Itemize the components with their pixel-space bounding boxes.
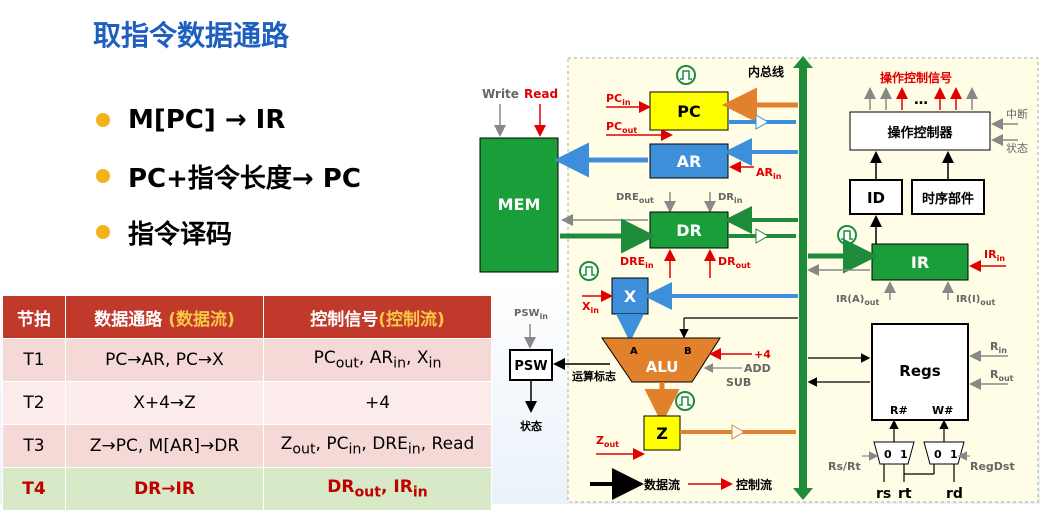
table-row: T3 Z→PC, M[AR]→DR Zout, PCin, DREin, Rea… — [2, 424, 492, 468]
cell-datapath: PC→AR, PC→X — [65, 338, 264, 382]
flags-label: 运算标志 — [572, 369, 616, 383]
z-label: Z — [656, 424, 668, 443]
alu-b-label: B — [684, 346, 692, 357]
bullet-dot-icon — [96, 169, 110, 183]
header-signals: 控制信号(控制流) — [263, 295, 492, 339]
bullet-item: 指令译码 — [96, 204, 361, 260]
rt-label: rt — [898, 486, 912, 502]
alu-a-label: A — [630, 346, 638, 357]
read-label: Read — [524, 87, 558, 101]
status-in-label: 状态 — [1006, 141, 1028, 155]
ar-label: AR — [677, 152, 702, 171]
clock-icon — [676, 65, 696, 85]
timing-label: 时序部件 — [922, 191, 974, 207]
ctrl-signals-label: 操作控制信号 — [880, 70, 952, 85]
ir-label: IR — [911, 253, 929, 272]
header-signals-hl: (控制流) — [378, 309, 445, 330]
bullet-text: M[PC] → IR — [128, 105, 286, 135]
bullet-text: 指令译码 — [128, 219, 233, 250]
plus4-label: +4 — [754, 348, 771, 361]
datapath-diagram: 内总线 MEM Write Read PC PCin PCout AR ARin… — [479, 56, 1039, 503]
header-datapath: 数据通路 (数据流) — [65, 295, 264, 339]
clock-icon — [675, 391, 695, 411]
cell-datapath: Z→PC, M[AR]→DR — [65, 424, 264, 468]
bullet-dot-icon — [96, 113, 110, 127]
cell-datapath: DR→IR — [65, 467, 264, 511]
psw-label: PSW — [514, 359, 547, 374]
rs-label: rs — [876, 486, 891, 502]
header-datapath-hl: (数据流) — [168, 309, 235, 330]
header-signals-main: 控制信号 — [310, 309, 379, 330]
legend-ctrl-label: 控制流 — [736, 477, 772, 492]
table-row: T1 PC→AR, PC→X PCout, ARin, Xin — [2, 338, 492, 382]
mux-right-0: 0 — [934, 448, 942, 461]
header-datapath-main: 数据通路 — [94, 309, 163, 330]
ctrl-ellipsis: … — [914, 92, 928, 108]
bus-label: 内总线 — [748, 64, 784, 79]
r-hash-label: R# — [890, 404, 908, 417]
bullet-dot-icon — [96, 225, 110, 239]
step-table: 节拍 数据通路 (数据流) 控制信号(控制流) T1 PC→AR, PC→X P… — [2, 295, 492, 511]
dr-label: DR — [676, 221, 702, 240]
write-label: Write — [482, 87, 519, 101]
sub-label: SUB — [726, 376, 751, 389]
regs-label: Regs — [899, 362, 940, 380]
legend-data-label: 数据流 — [644, 477, 680, 492]
page-title: 取指令数据通路 — [93, 19, 290, 52]
mux-left-0: 0 — [884, 448, 892, 461]
bullet-item: M[PC] → IR — [96, 92, 361, 148]
ctrl-unit-label: 操作控制器 — [887, 125, 953, 141]
cell-step: T4 — [2, 467, 66, 511]
status-out-label: 状态 — [520, 419, 542, 433]
alu-label: ALU — [646, 358, 679, 376]
mem-label: MEM — [498, 195, 541, 214]
pc-label: PC — [677, 102, 700, 121]
cell-signals: PCout, ARin, Xin — [263, 338, 492, 382]
x-label: X — [624, 287, 637, 306]
rs-rt-label: Rs/Rt — [828, 460, 861, 473]
interrupt-label: 中断 — [1006, 107, 1028, 121]
bullet-text: PC+指令长度→ PC — [128, 163, 361, 194]
w-hash-label: W# — [932, 404, 953, 417]
regdst-label: RegDst — [970, 460, 1015, 473]
bullet-item: PC+指令长度→ PC — [96, 148, 361, 204]
mux-left — [873, 441, 915, 465]
clock-icon — [837, 225, 857, 245]
cell-step: T2 — [2, 381, 66, 425]
cell-step: T1 — [2, 338, 66, 382]
psw-in-label: PSWin — [514, 308, 548, 321]
header-step: 节拍 — [2, 295, 66, 339]
mux-right — [923, 441, 965, 465]
bullet-list: M[PC] → IR PC+指令长度→ PC 指令译码 — [96, 92, 361, 260]
mux-left-1: 1 — [900, 448, 908, 461]
cell-step: T3 — [2, 424, 66, 468]
cell-signals: +4 — [263, 381, 492, 425]
cell-datapath: X+4→Z — [65, 381, 264, 425]
table-header-row: 节拍 数据通路 (数据流) 控制信号(控制流) — [2, 295, 492, 339]
table-row: T4 DR→IR DRout, IRin — [2, 467, 492, 511]
table-row: T2 X+4→Z +4 — [2, 381, 492, 425]
id-label: ID — [867, 189, 885, 207]
rd-label: rd — [946, 486, 963, 502]
add-label: ADD — [744, 362, 771, 375]
mux-right-1: 1 — [950, 448, 958, 461]
clock-icon — [579, 261, 599, 281]
cell-signals: Zout, PCin, DREin, Read — [263, 424, 492, 468]
cell-signals: DRout, IRin — [263, 467, 492, 511]
